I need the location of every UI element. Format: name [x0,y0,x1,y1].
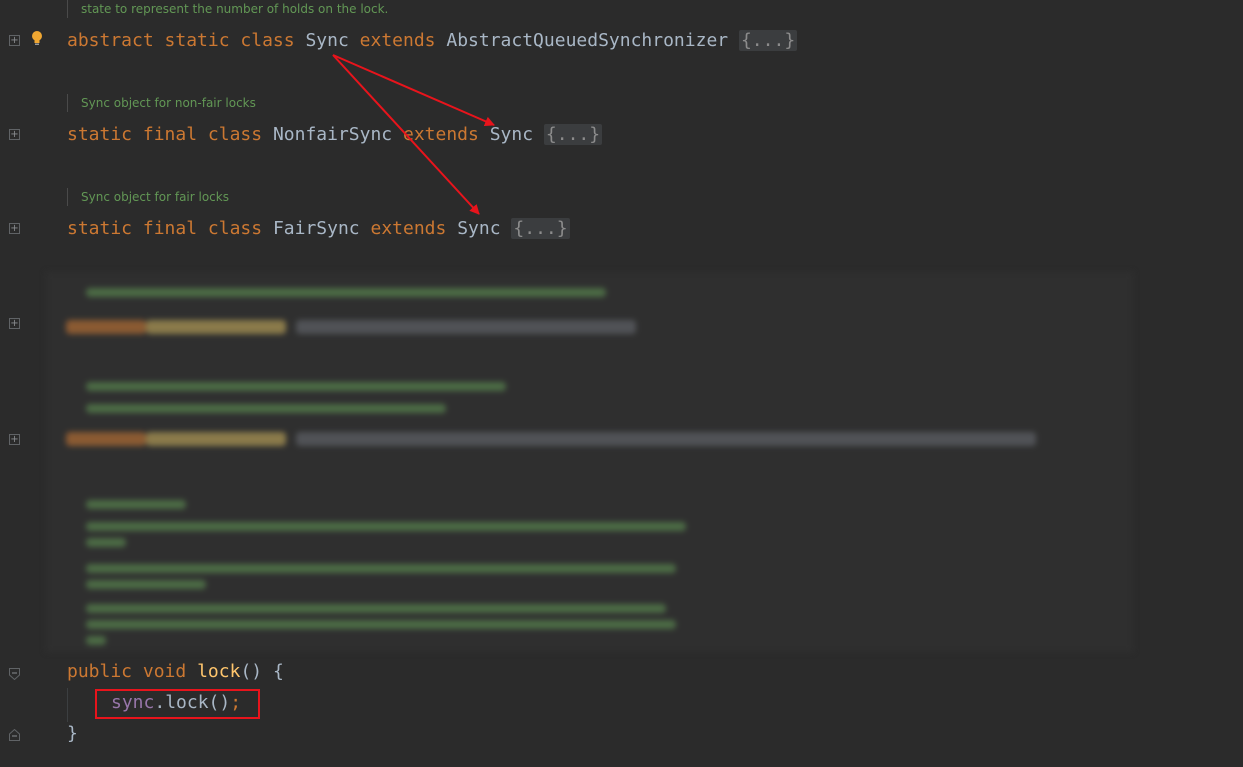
annotation-arrows [332,54,495,215]
arrow-to-fairsync [332,54,480,215]
arrow-to-nonfairsync [332,54,495,126]
